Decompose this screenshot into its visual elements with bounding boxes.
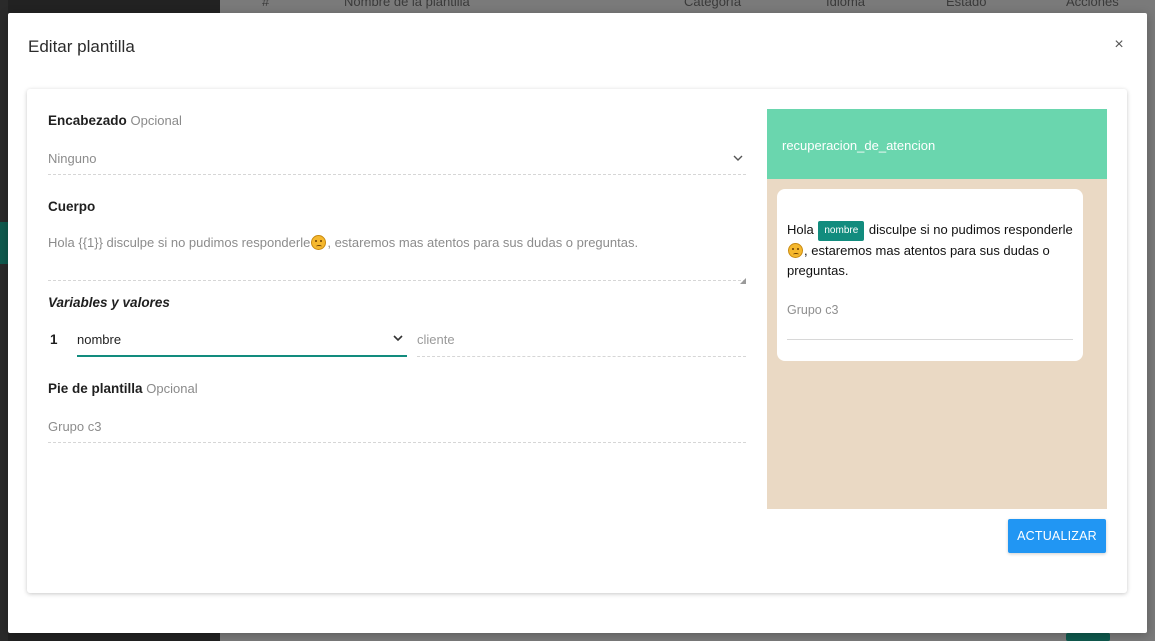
- background-col-status: Estado: [946, 0, 987, 9]
- resize-handle-icon[interactable]: [740, 272, 746, 284]
- body-text: Hola {{1}} disculpe si no pudimos respon…: [48, 235, 638, 250]
- background-button: [1066, 633, 1110, 641]
- background-sidebar-active-item: [0, 222, 8, 264]
- preview-template-name: recuperacion_de_atencion: [782, 138, 936, 153]
- variable-value-input[interactable]: cliente: [417, 322, 746, 357]
- background-col-hash: #: [262, 0, 270, 9]
- footer-optional-text: Opcional: [146, 381, 198, 396]
- body-text-part-1: Hola {{1}} disculpe si no pudimos respon…: [48, 235, 311, 250]
- chevron-down-icon: [733, 153, 743, 163]
- close-icon[interactable]: ×: [1109, 35, 1129, 55]
- message-end: , estaremos mas atentos para sus dudas o…: [787, 243, 1050, 278]
- preview-header: recuperacion_de_atencion: [767, 109, 1107, 179]
- header-select[interactable]: Ninguno: [48, 145, 746, 175]
- body-textarea[interactable]: Hola {{1}} disculpe si no pudimos respon…: [48, 231, 746, 284]
- variable-chip: nombre: [818, 221, 865, 241]
- disappointed-face-emoji-icon: [311, 235, 327, 250]
- background-col-category: Categoría: [684, 0, 742, 9]
- footer-input[interactable]: Grupo c3: [48, 413, 746, 443]
- body-text-part-2: , estaremos mas atentos para sus dudas o…: [327, 235, 639, 250]
- template-card: Encabezado Opcional Ninguno Cuerpo Hola …: [27, 89, 1127, 593]
- footer-label: Pie de plantilla Opcional: [48, 381, 198, 396]
- message-footer: Grupo c3: [787, 303, 839, 317]
- background-table-header: # Nombre de la plantilla Categoría Idiom…: [220, 0, 1155, 12]
- message-prefix: Hola: [787, 222, 814, 237]
- bubble-divider: [787, 339, 1073, 340]
- variable-select-value: nombre: [77, 332, 122, 347]
- background-sidebar-strip: [0, 0, 8, 641]
- variable-index: 1: [50, 332, 58, 347]
- message-bubble: Hola nombre disculpe si no pudimos respo…: [777, 189, 1083, 361]
- header-label-text: Encabezado: [48, 113, 127, 128]
- variable-select[interactable]: nombre: [77, 322, 407, 357]
- modal-title: Editar plantilla: [28, 37, 135, 56]
- body-label: Cuerpo: [48, 199, 96, 214]
- disappointed-face-emoji-icon: [788, 243, 803, 258]
- update-button[interactable]: ACTUALIZAR: [1008, 519, 1106, 553]
- edit-template-modal: Editar plantilla × Encabezado Opcional N…: [8, 13, 1147, 633]
- variable-value-placeholder: cliente: [417, 332, 455, 347]
- header-label: Encabezado Opcional: [48, 113, 182, 128]
- background-col-name: Nombre de la plantilla: [344, 0, 470, 9]
- footer-input-value: Grupo c3: [48, 419, 102, 434]
- message-preview: recuperacion_de_atencion Hola nombre dis…: [767, 109, 1107, 509]
- footer-label-text: Pie de plantilla: [48, 381, 143, 396]
- background-col-language: Idioma: [826, 0, 866, 9]
- header-optional-text: Opcional: [130, 113, 182, 128]
- message-text: Hola nombre disculpe si no pudimos respo…: [787, 220, 1077, 281]
- background-col-actions: Acciones: [1066, 0, 1119, 9]
- variables-label: Variables y valores: [48, 295, 170, 310]
- chevron-down-icon: [393, 333, 403, 343]
- message-mid: disculpe si no pudimos responderle: [868, 222, 1073, 237]
- header-select-value: Ninguno: [48, 151, 97, 166]
